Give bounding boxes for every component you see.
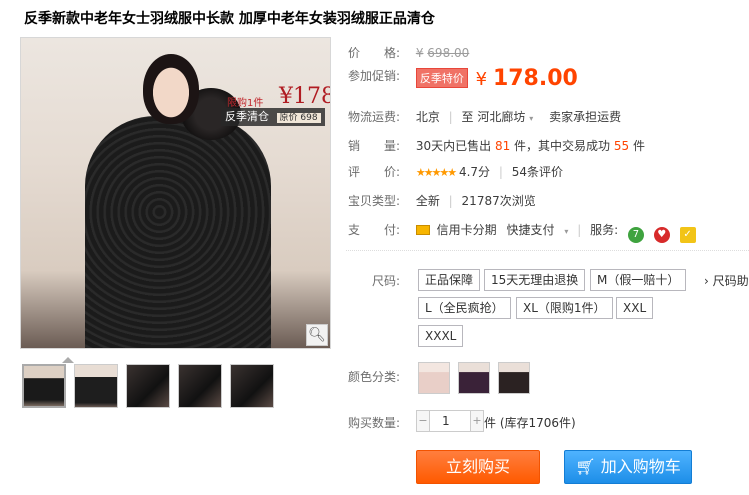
- size-option-2[interactable]: 15天无理由退换: [484, 269, 586, 291]
- size-option-7[interactable]: XXXL: [418, 325, 464, 347]
- cart-icon: 🛒︎: [575, 457, 596, 476]
- shipping-destination-select[interactable]: 河北廊坊 ▾: [477, 110, 533, 124]
- color-swatch-purple[interactable]: [458, 362, 490, 394]
- type-row: 宝贝类型: 全新 | 21787次浏览: [348, 194, 536, 208]
- size-label: 尺码:: [372, 274, 401, 288]
- thumbnail-strip: [22, 357, 274, 408]
- chevron-right-icon: ›: [704, 274, 709, 288]
- rating-row: 评 价: ★★★★★ 4.7分 | 54条评价: [348, 165, 564, 179]
- thumbnail-5[interactable]: [230, 364, 274, 408]
- thumbnail-4[interactable]: [178, 364, 222, 408]
- product-title: 反季新款中老年女士羽绒服中长款 加厚中老年女装羽绒服正品清仓: [24, 11, 435, 27]
- shipping-from: 北京: [415, 110, 440, 124]
- section-divider: [346, 250, 749, 251]
- buy-now-button[interactable]: 立刻购买: [416, 450, 540, 484]
- stock-info: 件 (库存1706件): [484, 416, 576, 430]
- shipping-to-prefix: 至: [461, 110, 474, 124]
- promo-original-price: 原价 698: [276, 113, 321, 123]
- sales-sold-count: 81: [494, 139, 511, 153]
- promotion-badge: 反季特价: [415, 68, 468, 88]
- promotion-row: 参加促销: 反季特价 ¥ 178.00: [348, 66, 578, 91]
- rating-stars-icon: ★★★★★: [415, 166, 457, 179]
- promotion-currency: ¥: [475, 69, 488, 90]
- size-option-6[interactable]: XXL: [616, 297, 654, 319]
- promotion-price: 178.00: [492, 66, 578, 91]
- service-label: 服务:: [590, 223, 619, 237]
- sales-suffix: 件: [633, 139, 646, 153]
- chevron-down-icon: ▾: [529, 114, 534, 123]
- service-guarantee-icon[interactable]: ♥: [653, 227, 670, 243]
- zoom-icon[interactable]: 🔍︎: [306, 324, 328, 346]
- shipping-label: 物流运费:: [348, 110, 401, 124]
- thumbnail-selected-arrow-icon: [62, 357, 74, 363]
- quantity-input[interactable]: 1: [429, 411, 471, 431]
- model-head-illustration: [143, 54, 199, 124]
- payment-dropdown-icon[interactable]: ▾: [564, 227, 568, 236]
- size-option-1[interactable]: 正品保障: [418, 269, 481, 291]
- thumbnail-3[interactable]: [126, 364, 170, 408]
- size-helper-link[interactable]: › 尺码助: [704, 272, 749, 289]
- credit-card-icon: [415, 225, 430, 235]
- quantity-stepper: − 1 +: [416, 410, 484, 432]
- rating-label: 评 价:: [348, 165, 401, 179]
- thumbnail-1[interactable]: [22, 364, 66, 408]
- coat-illustration: [85, 116, 271, 348]
- promo-tag: 反季清仓 原价 698: [221, 108, 325, 126]
- sales-prefix: 30天内已售出: [415, 139, 492, 153]
- shipping-row: 物流运费: 北京 | 至 河北廊坊 ▾ 卖家承担运费: [348, 110, 622, 124]
- color-label: 颜色分类:: [348, 370, 401, 384]
- quick-pay[interactable]: 快捷支付: [507, 223, 555, 237]
- sales-label: 销 量:: [348, 139, 401, 153]
- color-swatch-black[interactable]: [498, 362, 530, 394]
- quantity-increase-button[interactable]: +: [471, 411, 483, 431]
- payment-label: 支 付:: [348, 223, 401, 237]
- price-row: 价 格: ¥ 698.00: [348, 44, 469, 61]
- price-label: 价 格:: [348, 46, 401, 60]
- view-count: 21787次浏览: [461, 194, 536, 208]
- main-product-image[interactable]: 限购1件 ¥178 反季清仓 原价 698 🔍︎: [20, 37, 331, 349]
- sales-success-count: 55: [613, 139, 630, 153]
- promotion-label: 参加促销:: [348, 69, 401, 83]
- quantity-label: 购买数量:: [348, 416, 401, 430]
- rating-score: 4.7分: [458, 165, 491, 179]
- sales-row: 销 量: 30天内已售出 81 件，其中交易成功 55 件: [348, 137, 645, 154]
- credit-installment[interactable]: 信用卡分期: [437, 223, 497, 237]
- genuine-guarantee-icon[interactable]: ✓: [679, 227, 696, 243]
- promo-price-text: ¥178: [279, 84, 331, 109]
- payment-row: 支 付: 信用卡分期 快捷支付 ▾ | 服务: 7 ♥ ✓: [348, 221, 696, 243]
- original-price-currency: ¥: [415, 46, 424, 60]
- sales-middle: 件，其中交易成功: [514, 139, 611, 153]
- promo-tag-label: 反季清仓: [225, 110, 269, 123]
- add-to-cart-button[interactable]: 🛒︎ 加入购物车: [564, 450, 692, 484]
- size-option-3[interactable]: M（假一赔十）: [590, 269, 687, 291]
- thumbnail-2[interactable]: [74, 364, 118, 408]
- original-price: 698.00: [427, 46, 470, 60]
- seven-day-return-icon[interactable]: 7: [627, 227, 644, 243]
- shipping-fee: 卖家承担运费: [549, 110, 622, 124]
- rating-count-link[interactable]: 54条评价: [512, 165, 563, 179]
- size-option-5[interactable]: XL（限购1件）: [516, 297, 613, 319]
- promo-limit-text: 限购1件: [227, 98, 264, 109]
- size-option-4[interactable]: L（全民疯抢）: [418, 297, 511, 319]
- color-swatch-pink[interactable]: [418, 362, 450, 394]
- type-value: 全新: [415, 194, 440, 208]
- type-label: 宝贝类型:: [348, 194, 401, 208]
- quantity-decrease-button[interactable]: −: [417, 411, 429, 431]
